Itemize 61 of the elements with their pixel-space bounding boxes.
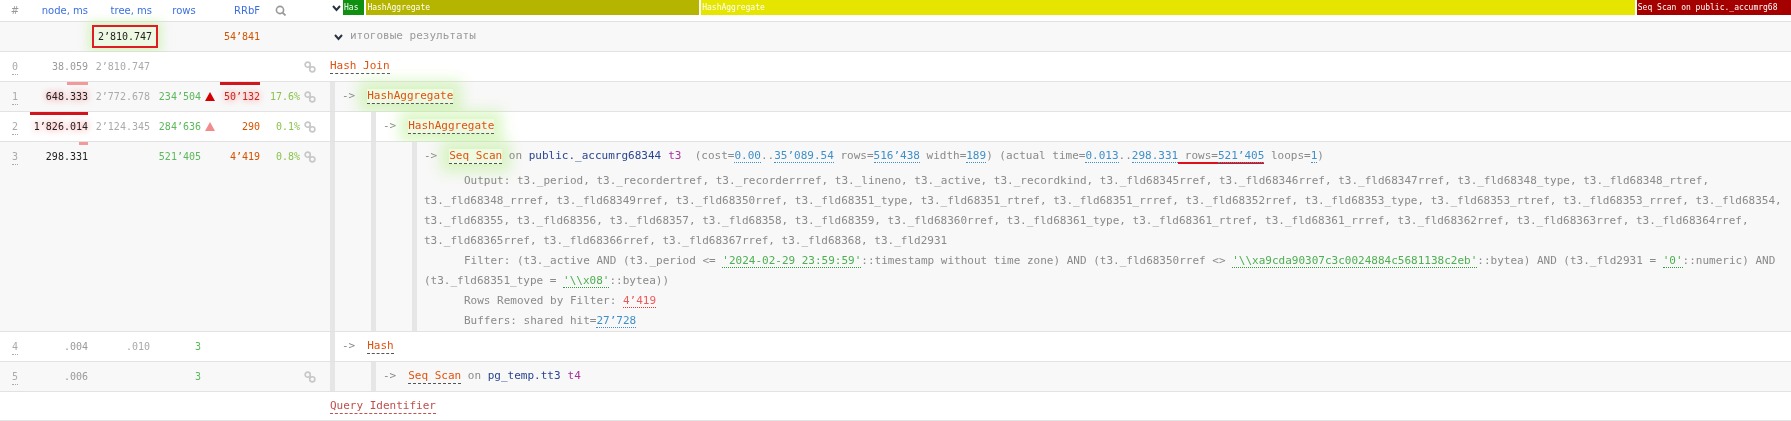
timeline-segment[interactable]: Seq Scan on public._accumrg68: [1636, 0, 1791, 15]
rrbf-value: 4’419: [229, 150, 260, 164]
row-count: 521’405: [158, 150, 202, 164]
node-arrow: ->: [383, 118, 397, 135]
node-time: 298.331: [45, 150, 88, 164]
row-count: 284’636: [158, 120, 202, 134]
node-type-link[interactable]: HashAggregate: [408, 119, 495, 134]
table-alias: t4: [567, 368, 581, 385]
node-type-link[interactable]: Seq Scan: [408, 369, 462, 384]
relation-name: pg_temp.tt3: [487, 368, 561, 385]
table-alias: t3: [668, 148, 682, 165]
percent-value: 0.8%: [275, 150, 300, 164]
row-number[interactable]: 3: [12, 148, 19, 165]
node-time: .006: [63, 370, 88, 384]
node-time: 1’826.014: [33, 120, 88, 134]
tree-time: .010: [125, 340, 151, 354]
row-number[interactable]: 2: [12, 118, 19, 135]
query-identifier-link[interactable]: Query Identifier: [330, 398, 436, 414]
column-header[interactable]: rows: [172, 3, 196, 18]
keyword-text: on: [466, 368, 483, 385]
tree-total: 2’810.747: [91, 25, 159, 48]
node-time: .004: [63, 340, 88, 354]
detail-line: Rows Removed by Filter: 4’419: [463, 293, 658, 310]
column-header[interactable]: RRbF: [234, 3, 260, 18]
tree-time: 2’772.678: [95, 90, 151, 104]
node-type-link[interactable]: HashAggregate: [367, 89, 454, 104]
node-arrow: ->: [424, 148, 438, 165]
timeline-segment[interactable]: HashAggregate: [366, 0, 700, 15]
node-time: 38.059: [51, 60, 88, 74]
percent-value: 17.6%: [269, 90, 300, 104]
timeline-segment[interactable]: Has: [343, 0, 365, 15]
detail-line: Filter: (t3._active AND (t3._period <= '2024-02-29 23:59:59'::timestamp without time zone) AND (t3._fld68350rref <> '\\xa9cda90307c3c0024884c5681138c2eb'::bytea) AND (t3._fld2931 = '0'::numeric) AND (t3._fld68351_type = '\\x08'::bytea)): [424, 253, 1777, 290]
node-type-link[interactable]: Hash Join: [330, 59, 390, 74]
relation-name: public._accumrg68344: [528, 148, 662, 165]
rrbf-total: 54’841: [223, 30, 260, 44]
row-count: 3: [194, 340, 202, 354]
row-count: 3: [194, 370, 202, 384]
percent-value: 0.1%: [275, 120, 300, 134]
column-header[interactable]: node, ms: [41, 3, 88, 18]
rrbf-value: 290: [241, 120, 260, 134]
row-number[interactable]: 1: [12, 88, 19, 105]
column-header[interactable]: #: [10, 3, 20, 18]
node-arrow: ->: [383, 368, 397, 385]
detail-line: Buffers: shared hit=27’728: [463, 313, 638, 330]
node-type-link[interactable]: Hash: [367, 339, 394, 354]
detail-line: Output: t3._period, t3._recordertref, t3._recorderrref, t3._lineno, t3._active, t3._recordkind, t3._fld68345rref, t3._fld68346rref, t3._fld68347rref, t3._fld68348_type, t3._fld68348_rtref, t3._fld68348_rrref, t3._fld68349rref, t3._fld68350rref, t3._fld68351_type, t3._fld68351_rtref, t3._fld68351_rrref, t3._fld68352rref, t3._fld68353_type, t3._fld68353_rtref, t3._fld68353_rrref, t3._fld68354, t3._fld68355, t3._fld68356, t3._fld68357, t3._fld68358, t3._fld68359, t3._fld68360rref, t3._fld68361_type, t3._fld68361_rtref, t3._fld68361_rrref, t3._fld68362rref, t3._fld68363rref, t3._fld68364rref, t3._fld68365rref, t3._fld68366rref, t3._fld68367rref, t3._fld68368, t3._fld2931: [424, 173, 1783, 249]
node-cost-text: (cost=0.00..35’089.54 rows=516’438 width=189) (actual time=0.013..298.331 rows=521’405 loops=1): [693, 148, 1324, 165]
row-number[interactable]: 5: [12, 368, 19, 385]
tree-time: 2’810.747: [95, 60, 151, 74]
node-type-link[interactable]: Seq Scan: [449, 149, 503, 164]
summary-label[interactable]: итоговые результаты: [350, 28, 476, 45]
row-count: 234’504: [158, 90, 202, 104]
row-number[interactable]: 4: [12, 338, 19, 355]
rrbf-value: 50’132: [223, 90, 260, 104]
node-time: 648.333: [45, 90, 88, 104]
keyword-text: on: [507, 148, 524, 165]
node-arrow: ->: [342, 88, 356, 105]
row-number[interactable]: 0: [12, 58, 19, 75]
column-header[interactable]: tree, ms: [110, 3, 152, 18]
node-arrow: ->: [342, 338, 356, 355]
tree-time: 2’124.345: [95, 120, 151, 134]
